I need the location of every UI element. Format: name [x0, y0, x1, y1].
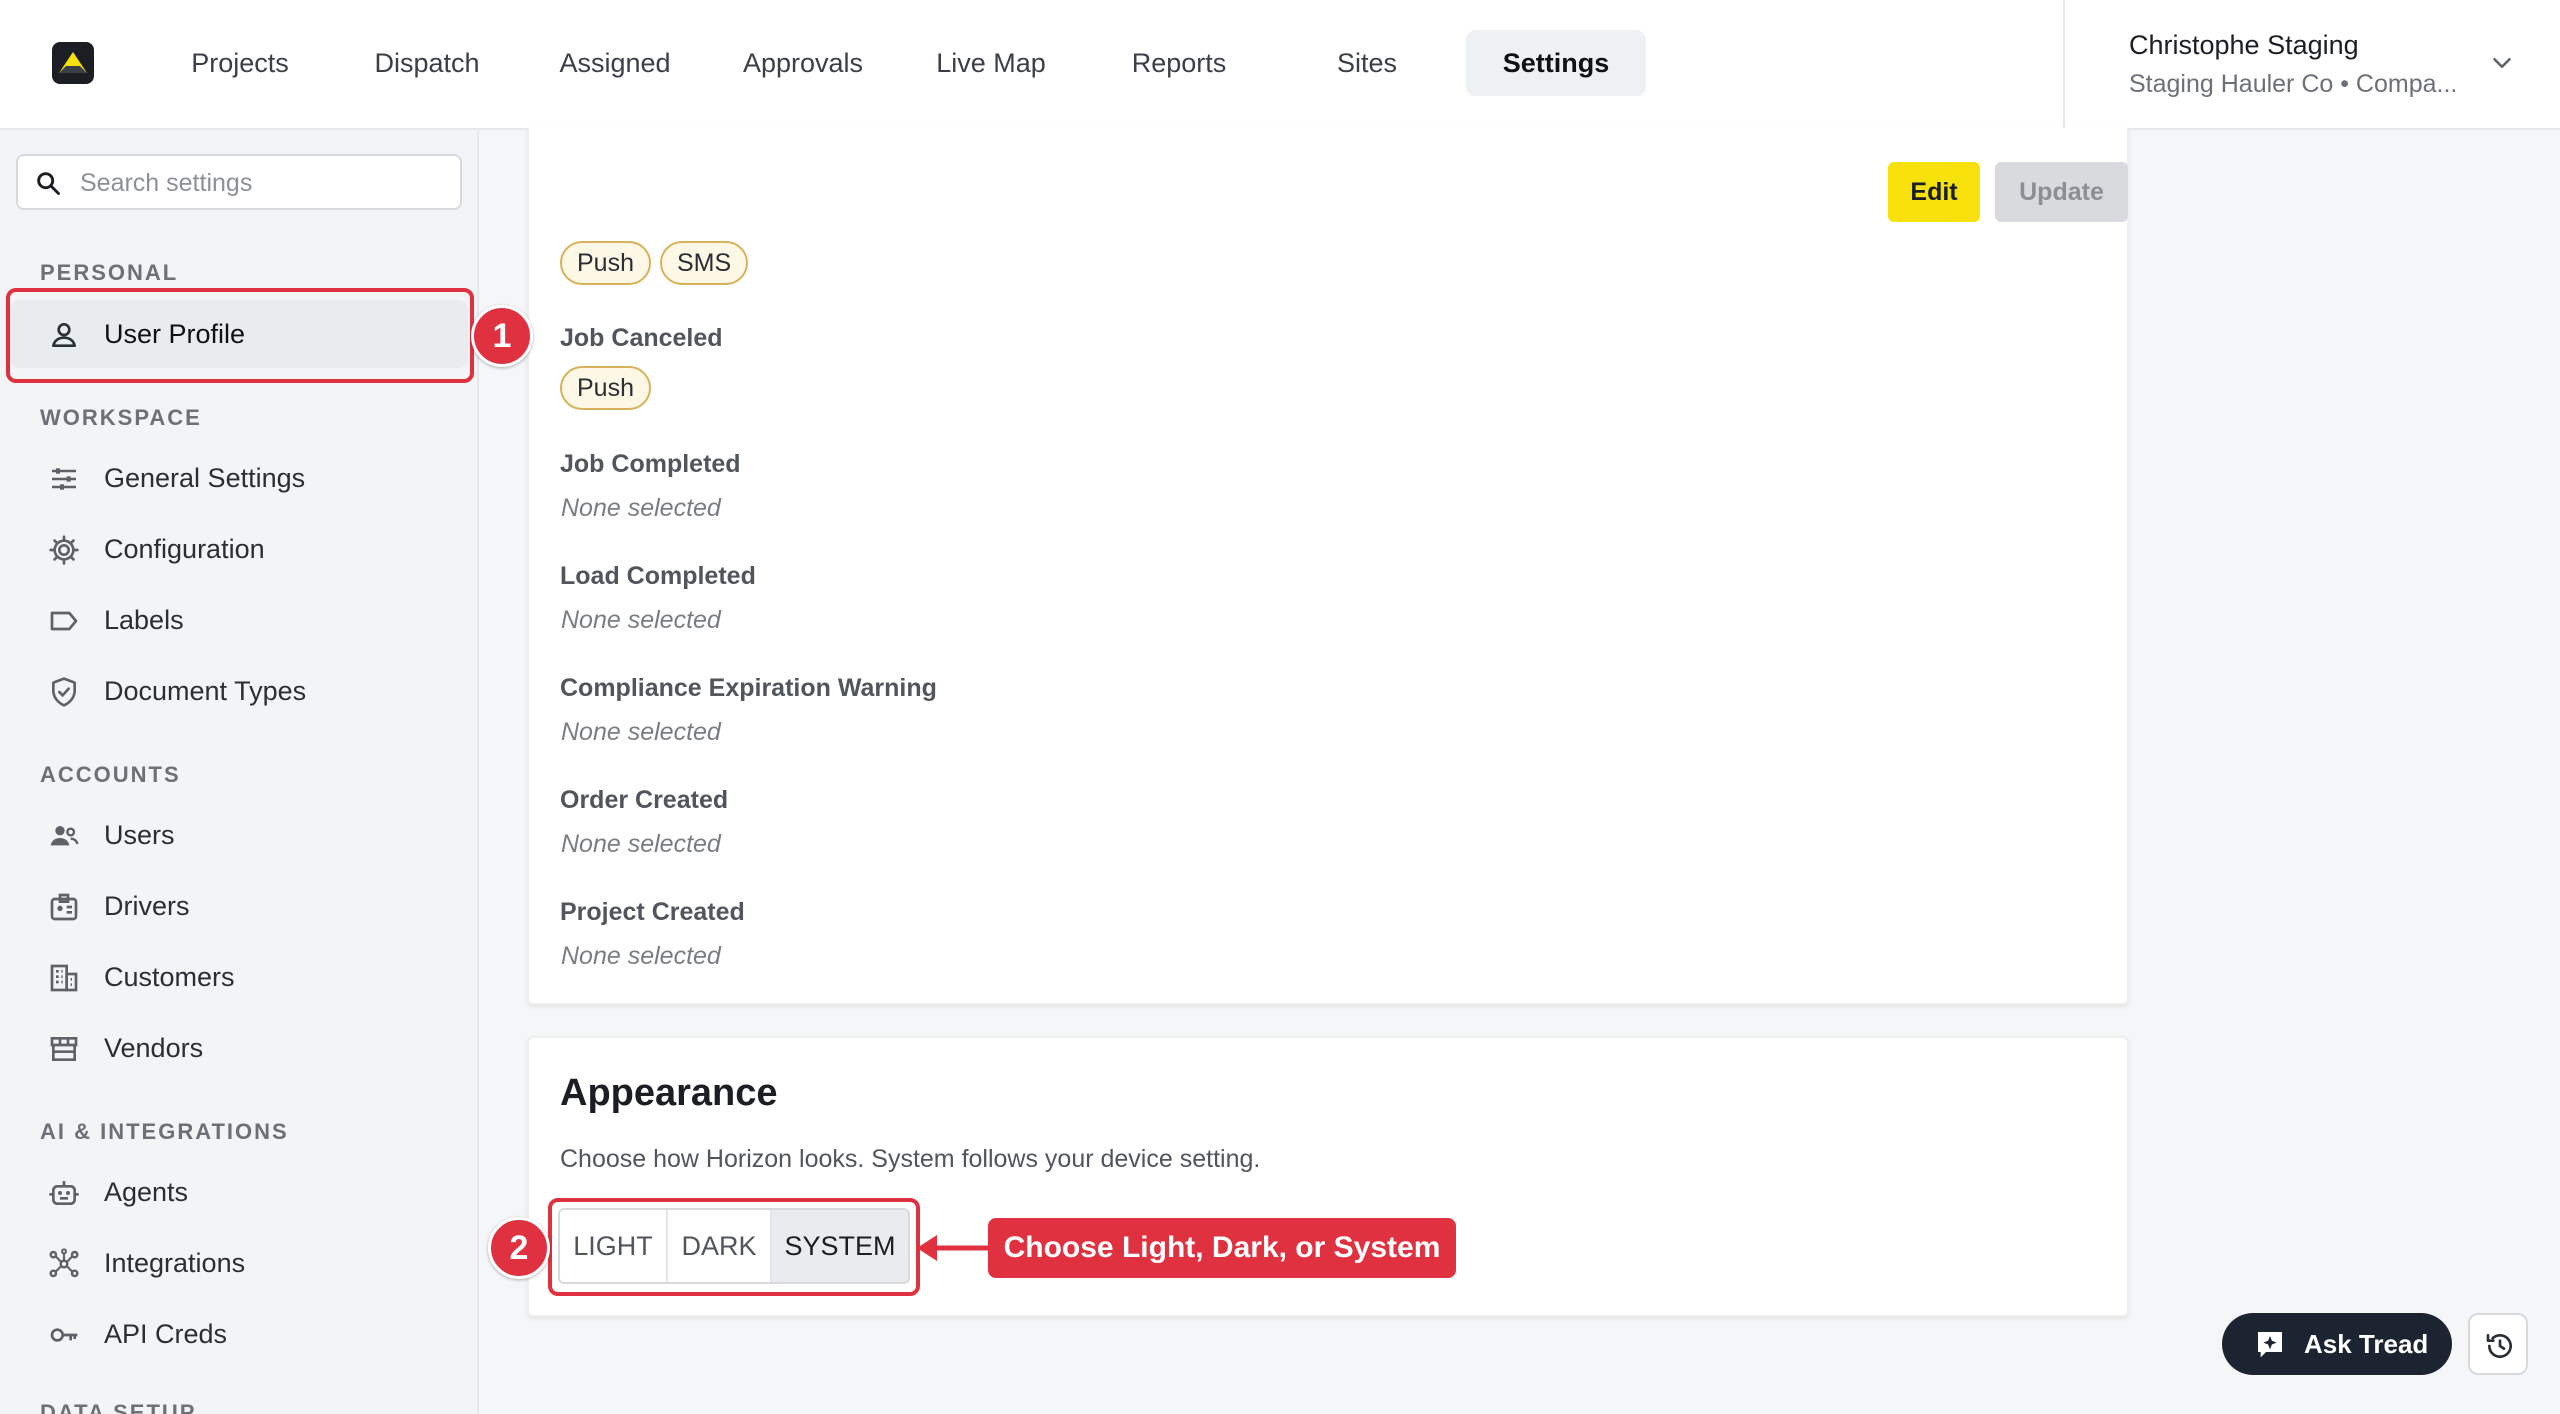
appearance-description: Choose how Horizon looks. System follows… [560, 1145, 1261, 1173]
network-icon [49, 1248, 79, 1278]
nav-tab-approvals[interactable]: Approvals [728, 30, 878, 96]
channel-chip-push: Push [560, 366, 651, 410]
sidebar-item-label: Document Types [104, 676, 307, 706]
annotation-step-1-badge: 1 [471, 305, 533, 367]
theme-option-dark[interactable]: DARK [668, 1210, 772, 1282]
event-label-job-completed: Job Completed [560, 450, 741, 478]
robot-icon [49, 1181, 79, 1205]
event-value-job-completed: None selected [561, 494, 721, 522]
event-label-load-completed: Load Completed [560, 562, 756, 590]
section-label-personal: PERSONAL [40, 260, 179, 285]
channel-chip-push: Push [560, 241, 651, 285]
sidebar-item-customers[interactable]: Customers [10, 943, 468, 1011]
section-label-workspace: WORKSPACE [40, 405, 202, 430]
nav-tab-sites[interactable]: Sites [1292, 30, 1442, 96]
sliders-icon [52, 468, 76, 490]
nav-tab-settings[interactable]: Settings [1466, 30, 1646, 96]
user-name: Christophe Staging [2129, 30, 2359, 60]
sidebar-item-label: Configuration [104, 534, 265, 564]
sidebar-item-configuration[interactable]: Configuration [10, 515, 468, 583]
section-label-accounts: ACCOUNTS [40, 762, 181, 787]
key-icon [50, 1328, 78, 1342]
id-badge-icon [50, 893, 78, 921]
event-value-load-completed: None selected [561, 606, 721, 634]
sidebar-item-document-types[interactable]: Document Types [10, 657, 468, 725]
sidebar-item-label: Users [104, 820, 175, 850]
channel-chip-sms: SMS [660, 241, 749, 285]
update-button[interactable]: Update [1995, 162, 2128, 222]
theme-option-system[interactable]: SYSTEM [772, 1210, 908, 1282]
sidebar-item-label: General Settings [104, 463, 306, 493]
event-value-project-created: None selected [561, 942, 721, 970]
app-logo-icon[interactable] [52, 42, 94, 84]
gear-icon [49, 535, 79, 565]
user-organization: Staging Hauler Co • Compa... [2129, 70, 2458, 98]
notification-preferences-card [527, 128, 2129, 1005]
event-value-compliance-expiration-warning: None selected [561, 718, 721, 746]
search-settings-input[interactable] [80, 164, 450, 202]
tag-icon [50, 611, 78, 631]
history-button[interactable] [2468, 1313, 2528, 1375]
annotation-step-2-badge: 2 [488, 1217, 550, 1279]
search-settings-box[interactable] [16, 154, 462, 210]
nav-tab-live-map[interactable]: Live Map [916, 30, 1066, 96]
nav-tab-assigned[interactable]: Assigned [540, 30, 690, 96]
user-icon [52, 323, 76, 347]
sidebar-item-label: Drivers [104, 891, 190, 921]
nav-tab-dispatch[interactable]: Dispatch [352, 30, 502, 96]
sidebar-item-agents[interactable]: Agents [10, 1158, 468, 1226]
appearance-title: Appearance [560, 1072, 778, 1114]
section-label-ai-integrations: AI & INTEGRATIONS [40, 1119, 289, 1144]
search-icon [37, 172, 60, 195]
sidebar-item-api-creds[interactable]: API Creds [10, 1300, 468, 1368]
sidebar-item-label: Customers [104, 962, 235, 992]
building-icon [50, 964, 78, 992]
event-value-order-created: None selected [561, 830, 721, 858]
sidebar-item-users[interactable]: Users [10, 801, 468, 869]
ask-tread-label: Ask Tread [2304, 1329, 2429, 1359]
sidebar-item-user-profile[interactable]: User Profile [10, 300, 468, 368]
users-icon [50, 826, 79, 846]
annotation-arrow-icon [917, 1235, 991, 1261]
shield-icon [52, 677, 76, 707]
event-label-job-canceled: Job Canceled [560, 324, 723, 352]
ask-tread-button[interactable]: Ask Tread [2222, 1313, 2452, 1375]
sidebar-item-labels[interactable]: Labels [10, 586, 468, 654]
sidebar-item-label: Vendors [104, 1033, 204, 1063]
edit-button[interactable]: Edit [1888, 162, 1980, 222]
sidebar-item-drivers[interactable]: Drivers [10, 872, 468, 940]
theme-option-light[interactable]: LIGHT [560, 1210, 668, 1282]
sidebar-item-general-settings[interactable]: General Settings [10, 444, 468, 512]
chevron-down-icon [2493, 58, 2511, 68]
event-label-order-created: Order Created [560, 786, 729, 814]
event-label-project-created: Project Created [560, 898, 745, 926]
sidebar-item-label: User Profile [104, 319, 246, 349]
sidebar-item-label: Agents [104, 1177, 189, 1207]
annotation-callout: Choose Light, Dark, or System [988, 1218, 1456, 1278]
sidebar-item-label: Integrations [104, 1248, 246, 1278]
sidebar-item-integrations[interactable]: Integrations [10, 1229, 468, 1297]
sidebar-item-label: Labels [104, 605, 184, 635]
section-label-data-setup: DATA SETUP [40, 1400, 197, 1414]
event-label-compliance-expiration-warning: Compliance Expiration Warning [560, 674, 937, 702]
nav-tab-projects[interactable]: Projects [165, 30, 315, 96]
sparkle-chat-icon [2258, 1332, 2282, 1358]
theme-toggle-group: LIGHT DARK SYSTEM [558, 1208, 910, 1284]
settings-sidebar: PERSONAL User Profile WORKSPACE General … [0, 130, 479, 1414]
sidebar-item-vendors[interactable]: Vendors [10, 1014, 468, 1082]
history-icon [2486, 1334, 2512, 1358]
store-icon [50, 1037, 78, 1061]
nav-tab-reports[interactable]: Reports [1104, 30, 1254, 96]
top-navigation-bar: Projects Dispatch Assigned Approvals Liv… [0, 0, 2560, 130]
sidebar-item-label: API Creds [104, 1319, 228, 1349]
user-account-menu[interactable]: Christophe Staging Staging Hauler Co • C… [2063, 0, 2560, 130]
